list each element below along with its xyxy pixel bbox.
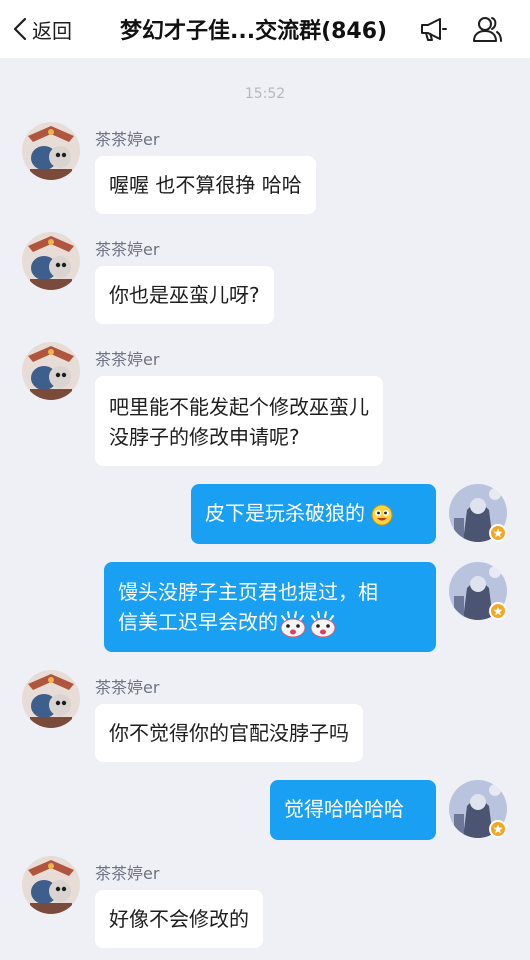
message-text: 你不觉得你的官配没脖子吗 [109, 721, 349, 745]
member-badge-icon [489, 820, 507, 838]
message-text: 觉得哈哈哈哈 [284, 797, 404, 821]
member-badge-icon [489, 602, 507, 620]
top-bar: 返回 梦幻才子佳...交流群(846) [0, 0, 530, 58]
surprised-face-emoji-icon [310, 610, 336, 637]
sender-avatar[interactable] [22, 342, 80, 400]
sender-avatar[interactable] [22, 232, 80, 290]
sender-name: 茶茶婷er [95, 678, 160, 697]
sender-name: 茶茶婷er [95, 240, 160, 259]
avatar-image [22, 232, 80, 290]
message-text: 好像不会修改的 [109, 907, 249, 931]
message-text: 皮下是玩杀破狼的 [205, 501, 365, 525]
sender-name: 茶茶婷er [95, 130, 160, 149]
surprised-face-emoji-icon [280, 610, 306, 637]
message-text: 喔喔 也不算很挣 哈哈 [109, 173, 302, 197]
group-members-icon [473, 17, 502, 42]
avatar-image [22, 122, 80, 180]
avatar-image [22, 342, 80, 400]
chat-title: 梦幻才子佳...交流群(846) [120, 19, 388, 44]
chevron-left-icon [13, 17, 27, 41]
megaphone-icon [421, 18, 447, 41]
message-bubble[interactable]: 喔喔 也不算很挣 哈哈 [95, 156, 316, 214]
message-bubble-outgoing[interactable]: 觉得哈哈哈哈 [270, 780, 436, 840]
group-members-button[interactable] [472, 14, 502, 44]
back-label: 返回 [32, 18, 72, 43]
message-text: 你也是巫蛮儿呀? [109, 283, 260, 307]
sender-name: 茶茶婷er [95, 864, 160, 883]
message-bubble[interactable]: 你不觉得你的官配没脖子吗 [95, 704, 363, 762]
sender-avatar[interactable] [22, 856, 80, 914]
sender-avatar[interactable] [22, 670, 80, 728]
message-bubble[interactable]: 吧里能不能发起个修改巫蛮儿 没脖子的修改申请呢? [95, 376, 383, 466]
avatar-image [22, 670, 80, 728]
message-bubble-outgoing[interactable]: 馒头没脖子主页君也提过，相 信美工迟早会改的 [104, 562, 436, 652]
message-text: 馒头没脖子主页君也提过，相 信美工迟早会改的 [118, 580, 378, 634]
announcement-button[interactable] [418, 14, 448, 44]
silly-face-emoji-icon [371, 504, 393, 525]
back-button[interactable]: 返回 [12, 14, 72, 44]
member-badge-icon [489, 524, 507, 542]
avatar-image [22, 856, 80, 914]
message-bubble[interactable]: 好像不会修改的 [95, 890, 263, 948]
message-bubble-outgoing[interactable]: 皮下是玩杀破狼的 [191, 484, 436, 544]
sender-avatar[interactable] [22, 122, 80, 180]
message-timestamp: 15:52 [244, 86, 286, 102]
message-bubble[interactable]: 你也是巫蛮儿呀? [95, 266, 274, 324]
message-text: 吧里能不能发起个修改巫蛮儿 没脖子的修改申请呢? [109, 395, 369, 449]
sender-name: 茶茶婷er [95, 350, 160, 369]
